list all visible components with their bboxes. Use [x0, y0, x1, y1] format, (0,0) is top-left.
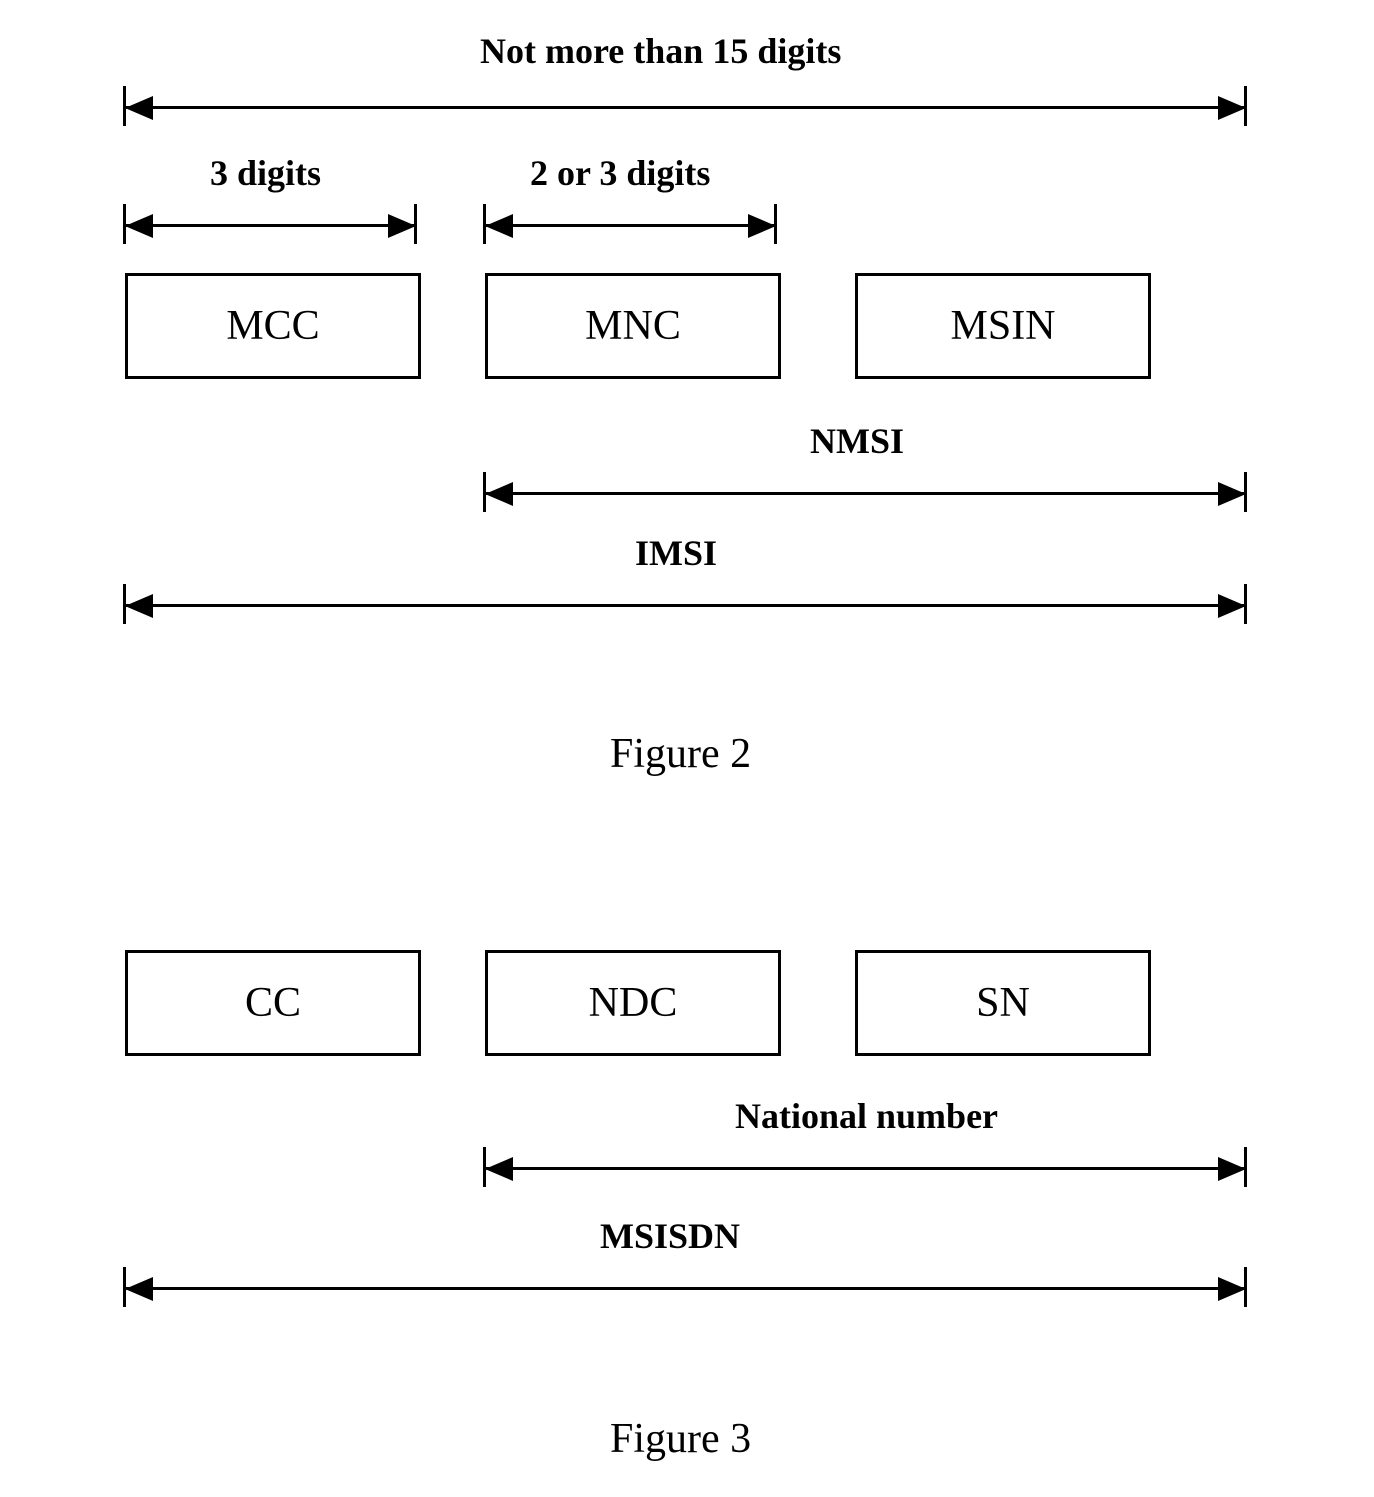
fig3-box-cc-text: CC [245, 979, 301, 1027]
fig2-mcc-arrow-right [388, 214, 416, 238]
fig3-msisdn-arrow-right [1218, 1277, 1246, 1301]
fig2-nmsi-label: NMSI [810, 420, 904, 462]
fig2-nmsi-arrow-left [485, 482, 513, 506]
fig3-box-sn-text: SN [976, 979, 1030, 1027]
fig2-imsi-arrow-right [1218, 594, 1246, 618]
fig2-box-mnc: MNC [485, 273, 781, 379]
fig2-nmsi-dimline [485, 492, 1245, 495]
fig2-nmsi-arrow-right [1218, 482, 1246, 506]
fig2-top-arrow-right [1218, 96, 1246, 120]
diagram-canvas: Not more than 15 digits 3 digits 2 or 3 … [0, 0, 1374, 1497]
fig3-msisdn-label: MSISDN [600, 1215, 740, 1257]
fig2-dim-mnc-label: 2 or 3 digits [530, 152, 710, 194]
fig2-top-dimline [125, 106, 1245, 109]
fig2-box-msin-text: MSIN [950, 302, 1055, 350]
fig2-top-arrow-left [125, 96, 153, 120]
fig2-box-mcc-text: MCC [226, 302, 319, 350]
fig3-box-sn: SN [855, 950, 1151, 1056]
fig3-msisdn-dimline [125, 1287, 1245, 1290]
fig2-mnc-arrow-right [748, 214, 776, 238]
fig2-imsi-arrow-left [125, 594, 153, 618]
fig3-national-arrow-right [1218, 1157, 1246, 1181]
fig2-caption: Figure 2 [610, 730, 751, 778]
fig2-imsi-dimline [125, 604, 1245, 607]
fig2-mnc-arrow-left [485, 214, 513, 238]
fig2-mnc-dimline [485, 224, 775, 227]
fig2-mcc-dimline [125, 224, 415, 227]
fig2-dim-mcc-label: 3 digits [210, 152, 321, 194]
fig3-box-ndc-text: NDC [589, 979, 678, 1027]
fig2-top-label: Not more than 15 digits [480, 30, 841, 72]
fig3-caption: Figure 3 [610, 1415, 751, 1463]
fig3-national-arrow-left [485, 1157, 513, 1181]
fig3-box-cc: CC [125, 950, 421, 1056]
fig2-mcc-arrow-left [125, 214, 153, 238]
fig3-national-label: National number [735, 1095, 998, 1137]
fig3-national-dimline [485, 1167, 1245, 1170]
fig2-box-msin: MSIN [855, 273, 1151, 379]
fig3-msisdn-arrow-left [125, 1277, 153, 1301]
fig2-box-mnc-text: MNC [585, 302, 681, 350]
fig2-imsi-label: IMSI [635, 532, 717, 574]
fig2-box-mcc: MCC [125, 273, 421, 379]
fig3-box-ndc: NDC [485, 950, 781, 1056]
